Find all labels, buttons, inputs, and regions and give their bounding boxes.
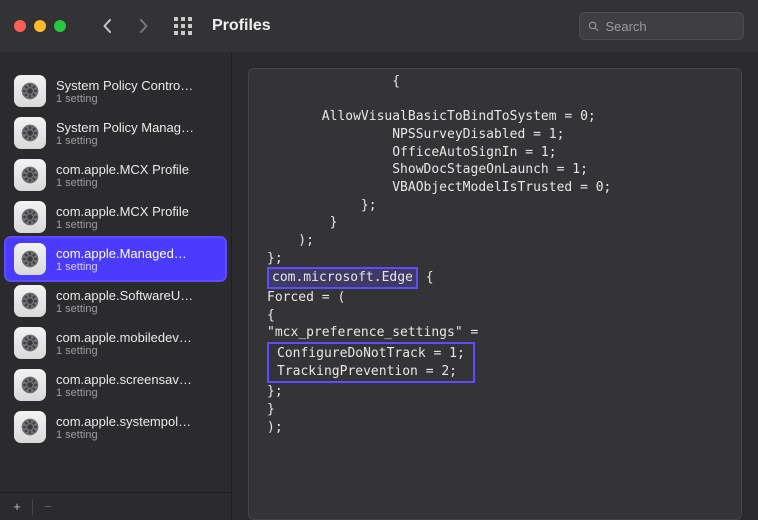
search-input[interactable] [605, 19, 735, 34]
profile-name: System Policy Contro… [56, 78, 193, 93]
profile-icon [14, 201, 46, 233]
profile-icon [14, 75, 46, 107]
profile-icon [14, 327, 46, 359]
close-window-button[interactable] [14, 20, 26, 32]
profile-list: System Policy Contro…1 settingSystem Pol… [0, 70, 231, 492]
profile-name: com.apple.SoftwareU… [56, 288, 193, 303]
sidebar-item-8[interactable]: com.apple.systempol…1 setting [6, 406, 225, 448]
profile-icon [14, 411, 46, 443]
profile-name: com.apple.MCX Profile [56, 162, 189, 177]
profile-name: System Policy Manag… [56, 120, 194, 135]
sidebar-item-2[interactable]: com.apple.MCX Profile1 setting [6, 154, 225, 196]
sidebar-item-6[interactable]: com.apple.mobiledev…1 setting [6, 322, 225, 364]
divider [32, 499, 33, 515]
page-title: Profiles [212, 17, 271, 35]
detail-pane: { AllowVisualBasicToBindToSystem = 0; NP… [232, 52, 758, 520]
profile-icon [14, 285, 46, 317]
zoom-window-button[interactable] [54, 20, 66, 32]
profile-name: com.apple.mobiledev… [56, 330, 192, 345]
window-controls [14, 20, 66, 32]
highlight-tracking-settings: ConfigureDoNotTrack = 1;TrackingPreventi… [267, 342, 475, 383]
profile-subtitle: 1 setting [56, 261, 187, 273]
profile-subtitle: 1 setting [56, 387, 192, 399]
profile-plist-view[interactable]: { AllowVisualBasicToBindToSystem = 0; NP… [248, 68, 742, 520]
profile-subtitle: 1 setting [56, 93, 193, 105]
add-button[interactable]: + [6, 496, 28, 518]
profile-name: com.apple.systempol… [56, 414, 191, 429]
sidebar-item-5[interactable]: com.apple.SoftwareU…1 setting [6, 280, 225, 322]
search-icon [588, 20, 599, 33]
profile-subtitle: 1 setting [56, 219, 189, 231]
highlight-edge-domain: com.microsoft.Edge [267, 267, 418, 289]
profile-icon [14, 117, 46, 149]
profile-subtitle: 1 setting [56, 135, 194, 147]
sidebar: System Policy Contro…1 settingSystem Pol… [0, 52, 232, 520]
profile-icon [14, 243, 46, 275]
profile-subtitle: 1 setting [56, 303, 193, 315]
sidebar-item-3[interactable]: com.apple.MCX Profile1 setting [6, 196, 225, 238]
remove-button[interactable]: − [37, 496, 59, 518]
sidebar-item-1[interactable]: System Policy Manag…1 setting [6, 112, 225, 154]
back-button[interactable] [94, 11, 120, 41]
profile-subtitle: 1 setting [56, 345, 192, 357]
search-field[interactable] [579, 12, 744, 40]
profile-name: com.apple.screensav… [56, 372, 192, 387]
profile-icon [14, 159, 46, 191]
titlebar: Profiles [0, 0, 758, 52]
profile-icon [14, 369, 46, 401]
profile-name: com.apple.MCX Profile [56, 204, 189, 219]
sidebar-item-4[interactable]: com.apple.Managed…1 setting [6, 238, 225, 280]
sidebar-footer: + − [0, 492, 231, 520]
grid-icon[interactable] [174, 17, 192, 35]
profile-subtitle: 1 setting [56, 429, 191, 441]
sidebar-item-0[interactable]: System Policy Contro…1 setting [6, 70, 225, 112]
profile-name: com.apple.Managed… [56, 246, 187, 261]
plist-preamble: { AllowVisualBasicToBindToSystem = 0; NP… [267, 73, 731, 267]
forward-button[interactable] [130, 11, 156, 41]
minimize-window-button[interactable] [34, 20, 46, 32]
sidebar-item-7[interactable]: com.apple.screensav…1 setting [6, 364, 225, 406]
profile-subtitle: 1 setting [56, 177, 189, 189]
